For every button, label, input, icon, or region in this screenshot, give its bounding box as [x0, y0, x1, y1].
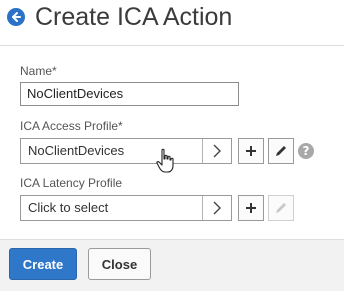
hand-cursor-icon — [156, 148, 174, 173]
arrow-left-icon — [12, 12, 21, 22]
pencil-icon — [276, 146, 286, 156]
add-access-profile-button[interactable] — [238, 138, 264, 164]
name-input[interactable]: NoClientDevices — [20, 82, 239, 106]
latency-profile-label: ICA Latency Profile — [20, 176, 123, 190]
access-profile-select[interactable]: NoClientDevices — [20, 138, 232, 164]
access-profile-chevron-button[interactable] — [202, 139, 231, 163]
name-label: Name* — [20, 64, 57, 78]
latency-profile-select[interactable]: Click to select — [20, 195, 232, 221]
latency-profile-placeholder: Click to select — [28, 200, 109, 215]
edit-access-profile-button[interactable] — [268, 138, 294, 164]
back-button[interactable] — [7, 8, 25, 26]
plus-icon — [246, 203, 256, 213]
latency-profile-chevron-button[interactable] — [202, 196, 231, 220]
close-button[interactable]: Close — [88, 248, 151, 280]
add-latency-profile-button[interactable] — [238, 195, 264, 221]
chevron-right-icon — [213, 201, 221, 215]
pencil-icon — [276, 203, 286, 213]
access-profile-value: NoClientDevices — [28, 143, 125, 158]
create-button[interactable]: Create — [9, 248, 77, 280]
create-ica-action-page: Create ICA Action Name* NoClientDevices … — [0, 0, 344, 291]
page-title: Create ICA Action — [35, 3, 233, 31]
plus-icon — [246, 146, 256, 156]
chevron-right-icon — [213, 144, 221, 158]
access-profile-label: ICA Access Profile* — [20, 119, 123, 133]
edit-latency-profile-button[interactable] — [268, 195, 294, 221]
help-icon[interactable]: ? — [298, 143, 314, 159]
